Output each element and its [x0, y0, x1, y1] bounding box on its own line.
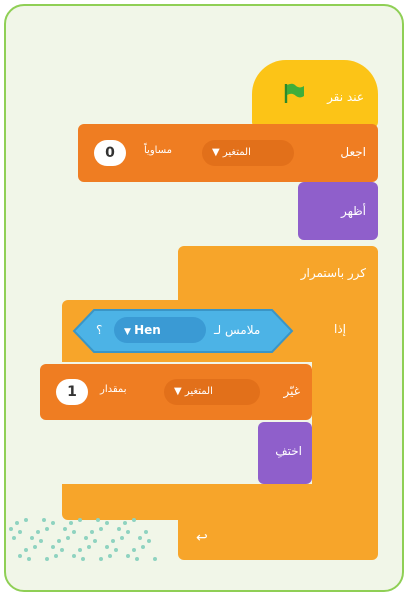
- loop-arrow-icon: ↩: [196, 530, 208, 546]
- hide-label: اختفِ: [275, 444, 302, 458]
- chevron-down-icon: ▼: [212, 147, 223, 158]
- decorative-dot: [30, 536, 34, 540]
- decorative-dot: [18, 530, 22, 534]
- touching-label: ملامس لـ: [214, 323, 261, 337]
- show-label: أظهر: [340, 204, 366, 218]
- change-by-label: بمقدار: [100, 384, 127, 395]
- when-flag-clicked-block[interactable]: عند نقر: [252, 60, 378, 128]
- decorative-dot: [138, 536, 142, 540]
- decorative-dot: [120, 536, 124, 540]
- change-value-input[interactable]: 1: [56, 379, 88, 405]
- set-value-input[interactable]: 0: [94, 140, 126, 166]
- decorative-dot: [99, 557, 103, 561]
- decorative-dot: [39, 539, 43, 543]
- decorative-dot: [36, 530, 40, 534]
- touching-target: Hen: [134, 323, 161, 337]
- if-block-bottom: [62, 484, 356, 520]
- chevron-down-icon: ▼: [124, 327, 135, 337]
- show-block[interactable]: أظهر: [298, 182, 378, 240]
- touching-target-dropdown[interactable]: ▼ Hen: [114, 317, 206, 343]
- change-variable-dropdown[interactable]: ▼ المتغير: [164, 379, 260, 405]
- decorative-dot: [105, 545, 109, 549]
- change-variable-name: المتغير: [184, 386, 213, 397]
- green-flag-icon: [284, 83, 304, 103]
- set-label: اجعل: [340, 145, 366, 159]
- decorative-dot: [132, 548, 136, 552]
- if-block-arm: [312, 360, 356, 486]
- decorative-dot: [24, 548, 28, 552]
- decorative-dot: [126, 530, 130, 534]
- decorative-dot: [117, 527, 121, 531]
- decorative-dot: [141, 545, 145, 549]
- decorative-dot: [60, 548, 64, 552]
- change-variable-block[interactable]: 1 بمقدار ▼ المتغير غيّر: [40, 364, 312, 420]
- decorative-dot: [45, 557, 49, 561]
- decorative-dot: [96, 518, 100, 522]
- decorative-dot: [144, 530, 148, 534]
- decorative-dot: [57, 539, 61, 543]
- hat-label: عند نقر: [327, 90, 364, 104]
- decorative-dot: [81, 557, 85, 561]
- forever-block-bottom[interactable]: ↩: [178, 520, 378, 560]
- set-to-label: مساوياً: [144, 145, 172, 156]
- decorative-dot: [126, 554, 130, 558]
- forever-block-top[interactable]: كرر باستمرار: [178, 246, 378, 306]
- set-variable-dropdown[interactable]: ▼ المتغير: [202, 140, 294, 166]
- decorative-dot: [147, 539, 151, 543]
- decorative-dot: [18, 554, 22, 558]
- decorative-dot: [99, 527, 103, 531]
- touching-suffix: ؟: [96, 323, 103, 337]
- decorative-dot: [87, 545, 91, 549]
- decorative-dot: [90, 530, 94, 534]
- decorative-dot: [51, 521, 55, 525]
- decorative-dot: [72, 554, 76, 558]
- decorative-dot: [45, 527, 49, 531]
- decorative-dot: [108, 554, 112, 558]
- decorative-dot: [51, 545, 55, 549]
- decorative-dot: [15, 521, 19, 525]
- decorative-dots: [6, 518, 157, 568]
- decorative-dot: [105, 521, 109, 525]
- set-variable-name: المتغير: [222, 147, 251, 158]
- decorative-dot: [69, 521, 73, 525]
- decorative-dot: [153, 557, 157, 561]
- decorative-dot: [135, 557, 139, 561]
- set-variable-block[interactable]: 0 مساوياً ▼ المتغير اجعل: [78, 124, 378, 182]
- decorative-dot: [111, 539, 115, 543]
- decorative-dot: [42, 518, 46, 522]
- decorative-dot: [114, 548, 118, 552]
- hide-block[interactable]: اختفِ: [258, 422, 312, 484]
- decorative-dot: [54, 554, 58, 558]
- decorative-dot: [78, 548, 82, 552]
- decorative-dot: [63, 527, 67, 531]
- decorative-dot: [33, 545, 37, 549]
- decorative-dot: [12, 536, 16, 540]
- decorative-dot: [93, 539, 97, 543]
- decorative-dot: [27, 557, 31, 561]
- decorative-dot: [123, 521, 127, 525]
- decorative-dot: [132, 518, 136, 522]
- decorative-dot: [78, 518, 82, 522]
- decorative-dot: [24, 518, 28, 522]
- chevron-down-icon: ▼: [174, 386, 185, 397]
- decorative-dot: [66, 536, 70, 540]
- decorative-dot: [72, 530, 76, 534]
- change-label: غيّر: [283, 384, 300, 398]
- decorative-dot: [9, 527, 13, 531]
- if-label: إذا: [333, 322, 346, 336]
- decorative-dot: [84, 536, 88, 540]
- forever-label: كرر باستمرار: [300, 266, 366, 280]
